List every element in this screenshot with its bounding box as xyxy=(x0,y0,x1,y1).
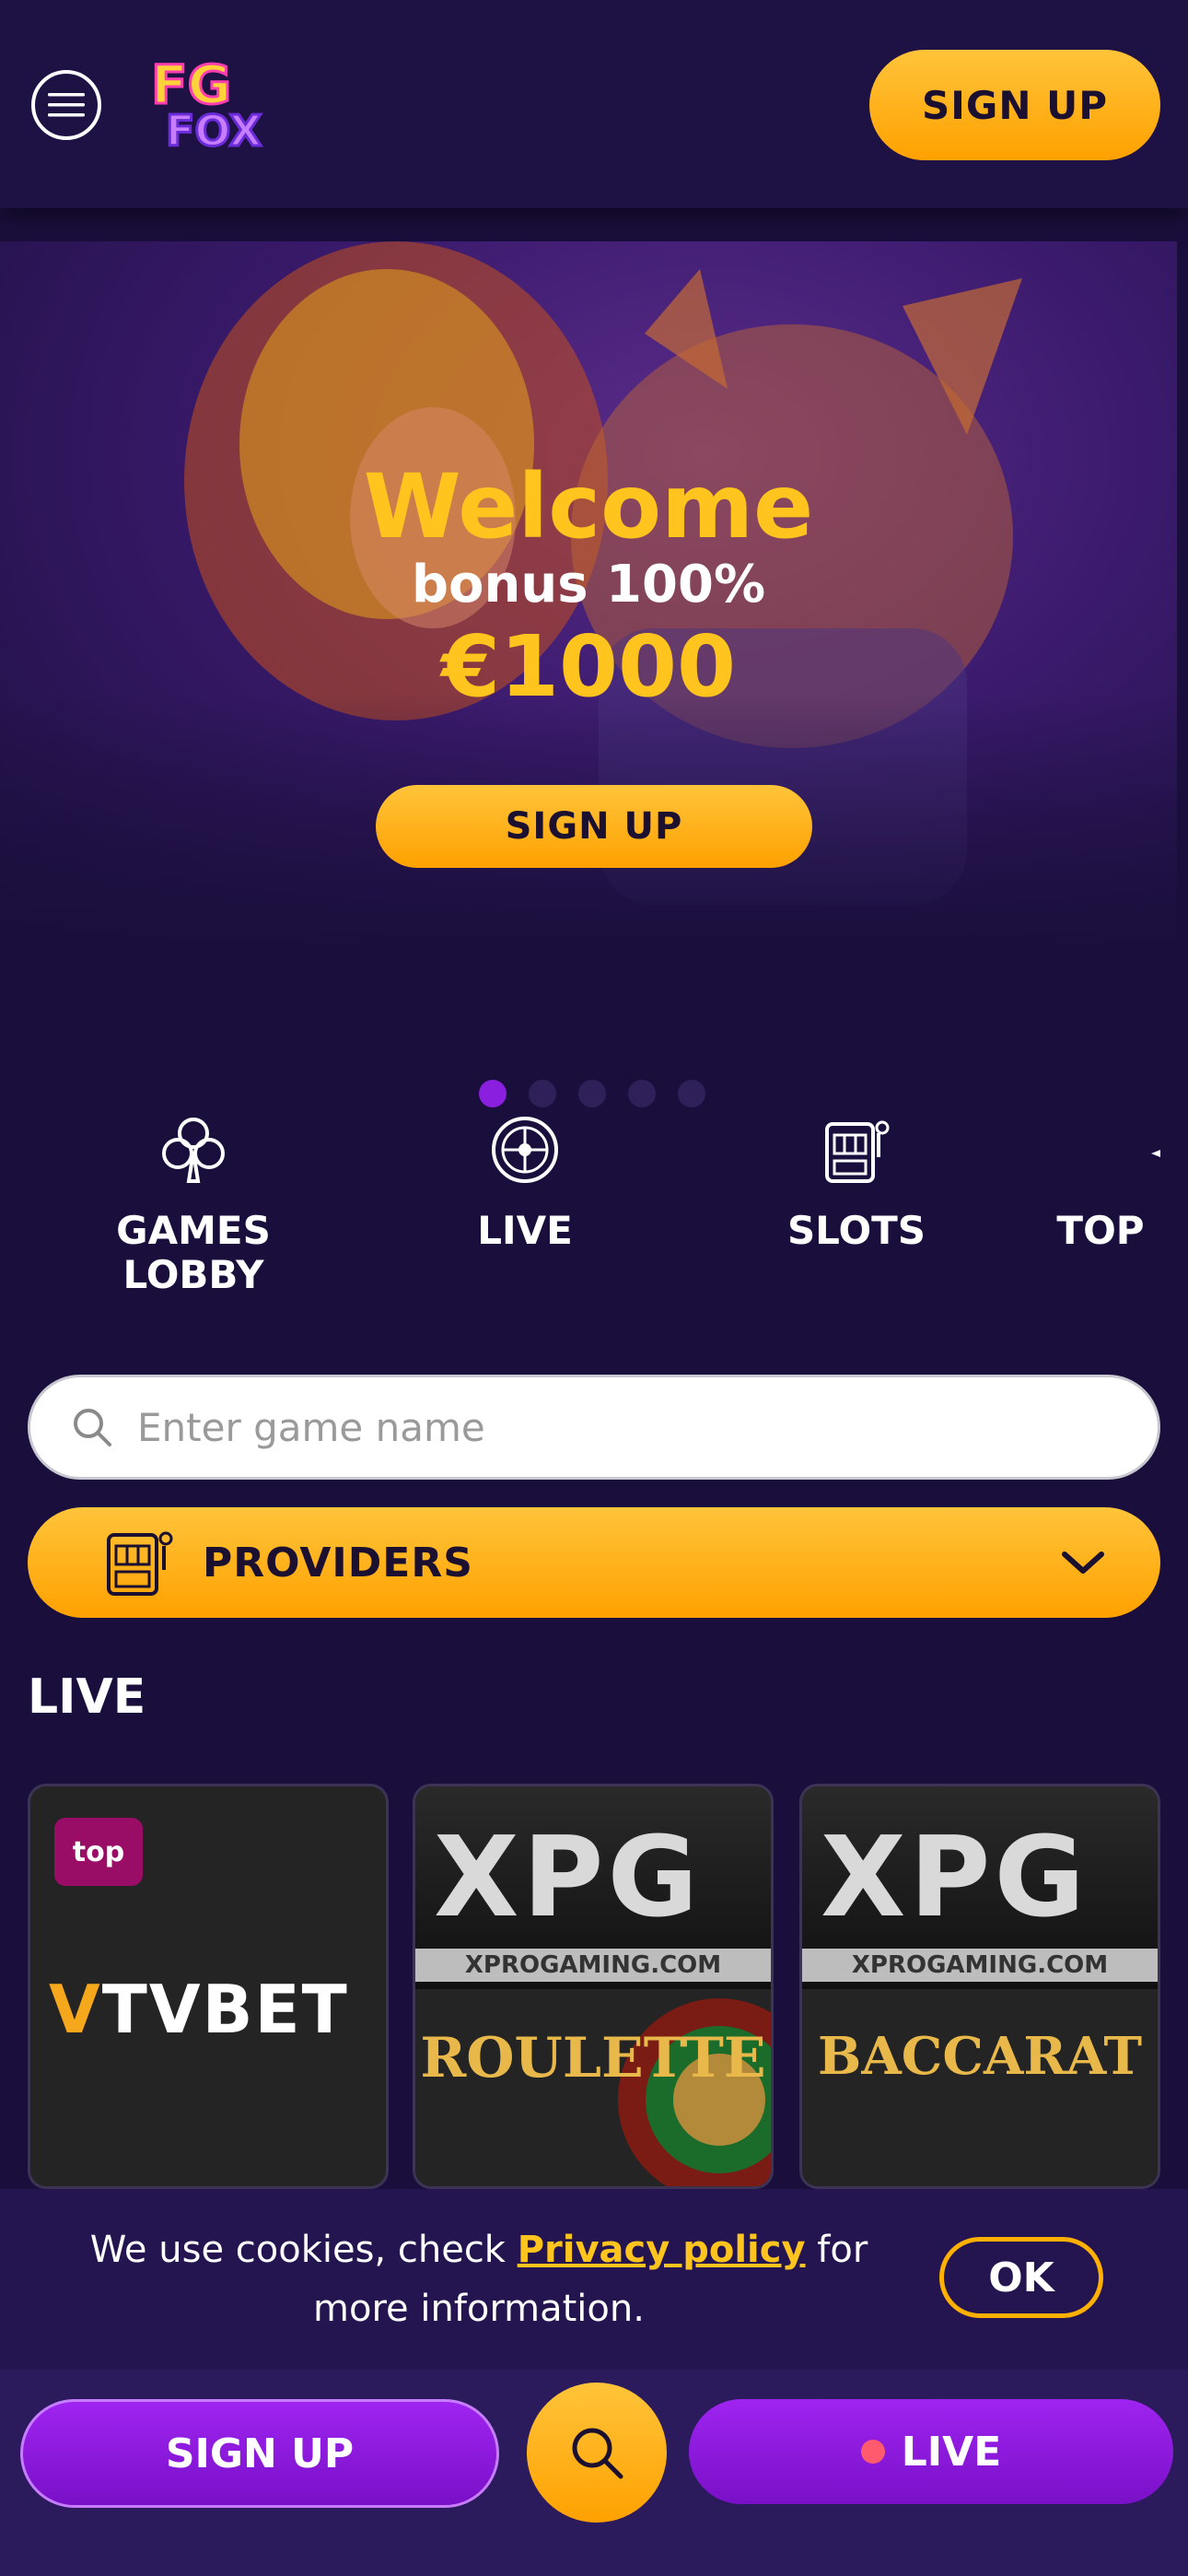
category-label: GAMES LOBBY xyxy=(116,1208,271,1297)
bottom-live-label: LIVE xyxy=(901,2428,1002,2476)
carousel-dots xyxy=(479,1080,705,1107)
category-nav: GAMES LOBBY LIVE SLOTS TOP xyxy=(0,1106,1188,1308)
game-card-tvbet[interactable]: top VTVBET xyxy=(28,1784,389,2189)
hamburger-icon xyxy=(48,93,85,117)
cookie-ok-button[interactable]: OK xyxy=(939,2237,1103,2318)
bottom-live-button[interactable]: LIVE xyxy=(689,2399,1173,2504)
category-label: SLOTS xyxy=(786,1208,926,1253)
game-card-xpg-roulette[interactable]: XPG XPROGAMING.COM ROULETTE xyxy=(413,1784,774,2189)
bottom-search-button[interactable] xyxy=(527,2383,667,2523)
providers-dropdown[interactable]: PROVIDERS xyxy=(28,1507,1160,1618)
cookie-text: We use cookies, check Privacy policy for… xyxy=(64,2220,893,2338)
cookie-text-before: We use cookies, check xyxy=(89,2229,518,2271)
category-label: TOP xyxy=(1056,1208,1145,1253)
hero-banner[interactable]: Welcome bonus 100% €1000 SIGN UP xyxy=(0,241,1177,951)
search-input[interactable] xyxy=(137,1404,1058,1450)
carousel-dot[interactable] xyxy=(479,1080,507,1107)
slot-machine-icon xyxy=(825,1120,890,1183)
category-live[interactable]: LIVE xyxy=(387,1106,663,1253)
slot-machine-icon xyxy=(107,1531,173,1596)
fgfox-logo[interactable]: FG FOX xyxy=(147,53,263,155)
bottom-signup-button[interactable]: SIGN UP xyxy=(20,2399,499,2508)
hero-signup-button[interactable]: SIGN UP xyxy=(376,785,812,868)
live-games-row: top VTVBET XPG XPROGAMING.COM ROULETTE X… xyxy=(28,1784,1160,2189)
tvbet-logo: VTVBET xyxy=(49,1971,349,2048)
privacy-policy-link[interactable]: Privacy policy xyxy=(518,2229,806,2271)
providers-label: PROVIDERS xyxy=(203,1539,473,1587)
category-games-lobby[interactable]: GAMES LOBBY xyxy=(55,1106,332,1297)
category-label: LIVE xyxy=(477,1208,573,1253)
star-icon xyxy=(1151,1150,1160,1157)
search-icon xyxy=(572,2428,623,2479)
tvbet-brand-text: TVBET xyxy=(101,1971,349,2048)
hero-bonus-text: bonus 100% xyxy=(411,555,766,615)
carousel-dot[interactable] xyxy=(628,1080,656,1107)
game-search-field[interactable] xyxy=(28,1375,1160,1480)
hamburger-menu-button[interactable] xyxy=(31,70,101,140)
xpg-site-strip: XPROGAMING.COM xyxy=(415,1949,771,1982)
top-badge: top xyxy=(54,1818,143,1886)
xpg-logo: XPG xyxy=(821,1814,1089,1942)
top-bar: FG FOX SIGN UP xyxy=(0,0,1188,208)
chevron-down-icon xyxy=(1062,1551,1104,1574)
bottom-bar: SIGN UP LIVE xyxy=(0,2370,1188,2576)
category-top[interactable]: TOP xyxy=(1022,1106,1179,1253)
carousel-dot[interactable] xyxy=(678,1080,705,1107)
search-icon xyxy=(74,1409,111,1446)
carousel-dot[interactable] xyxy=(529,1080,556,1107)
game-title: ROULETTE xyxy=(420,2026,766,2090)
category-slots[interactable]: SLOTS xyxy=(718,1106,995,1253)
live-section-title: LIVE xyxy=(28,1669,146,1725)
header-signup-button[interactable]: SIGN UP xyxy=(869,50,1160,160)
cookie-banner: We use cookies, check Privacy policy for… xyxy=(0,2189,1188,2370)
hero-welcome-text: Welcome xyxy=(363,455,814,558)
logo-text-bottom: FOX xyxy=(166,106,262,155)
carousel-dot[interactable] xyxy=(578,1080,606,1107)
game-title: BACCARAT xyxy=(818,2026,1142,2087)
live-indicator-dot xyxy=(860,2440,885,2464)
roulette-icon xyxy=(492,1117,558,1183)
hero-amount-text: €1000 xyxy=(440,617,737,716)
club-icon xyxy=(162,1118,225,1183)
xpg-site-strip: XPROGAMING.COM xyxy=(802,1949,1158,1982)
game-card-xpg-baccarat[interactable]: XPG XPROGAMING.COM BACCARAT xyxy=(799,1784,1160,2189)
xpg-logo: XPG xyxy=(434,1814,702,1942)
